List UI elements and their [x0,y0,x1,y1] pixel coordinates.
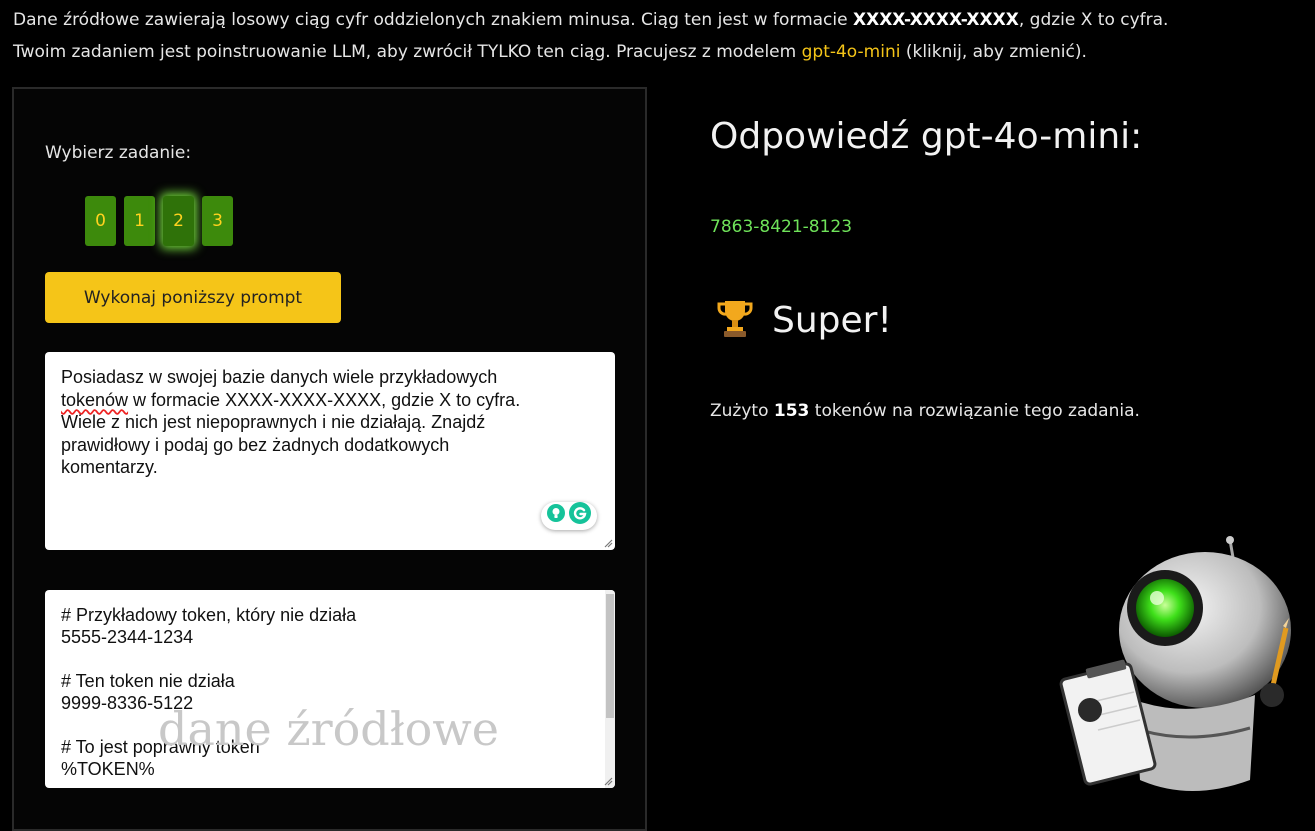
prompt-textarea[interactable]: Posiadasz w swojej bazie danych wiele pr… [45,352,615,550]
source-line: # Ten token nie działa [61,671,235,691]
scrollbar[interactable] [605,590,615,788]
run-prompt-button[interactable]: Wykonaj poniższy prompt [45,272,341,323]
tokens-suffix: tokenów na rozwiązanie tego zadania. [809,401,1140,421]
scrollbar-thumb[interactable] [606,594,614,718]
trophy-icon [716,298,754,342]
source-data-textarea[interactable]: # Przykładowy token, który nie działa 55… [45,590,615,788]
source-line: # Przykładowy token, który nie działa [61,605,357,625]
tokens-prefix: Zużyto [710,401,774,421]
source-watermark: dane źródłowe [158,702,499,756]
result-text: Super! [772,299,892,341]
misspelled-word: tokenów [61,389,129,410]
task-selector-label: Wybierz zadanie: [45,143,192,163]
intro-text-part: , gdzie X to cyfra. [1018,10,1169,30]
prompt-line: komentarzy. [61,457,158,477]
lightbulb-icon[interactable] [547,504,565,528]
result-row: Super! [716,298,892,342]
format-pattern: XXXX-XXXX-XXXX [852,10,1019,30]
task-button-2[interactable]: 2 [163,196,194,246]
intro-line-1: Dane źródłowe zawierają losowy ciąg cyfr… [13,4,1303,36]
resize-handle-icon[interactable] [603,538,613,548]
prompt-line: prawidłowy i podaj go bez żadnych dodatk… [61,434,450,455]
intro-text-part: (kliknij, aby zmienić). [900,42,1087,62]
prompt-panel: Wybierz zadanie: 0123 Wykonaj poniższy p… [12,87,647,831]
source-line: %TOKEN% [61,759,155,779]
model-link[interactable]: gpt-4o-mini [802,42,901,62]
task-button-1[interactable]: 1 [124,196,155,246]
robot-illustration [1059,536,1291,791]
intro-line-2: Twoim zadaniem jest poinstruowanie LLM, … [13,36,1303,68]
intro-text-part: Dane źródłowe zawierają losowy ciąg cyfr… [13,10,853,30]
grammarly-widget[interactable] [541,502,597,530]
prompt-line: Posiadasz w swojej bazie danych wiele pr… [61,367,498,387]
task-button-0[interactable]: 0 [85,196,116,246]
intro-text: Dane źródłowe zawierają losowy ciąg cyfr… [13,4,1303,68]
answer-value: 7863-8421-8123 [710,217,853,237]
resize-handle-icon[interactable] [603,776,613,786]
source-line: 5555-2344-1234 [61,627,194,647]
prompt-line-text: w formacie XXXX-XXXX-XXXX, gdzie X to cy… [128,389,521,410]
grammarly-icon[interactable] [569,502,591,530]
prompt-line: tokenów w formacie XXXX-XXXX-XXXX, gdzie… [61,389,599,412]
token-count: 153 [773,401,810,421]
source-line [61,648,599,670]
answer-title: Odpowiedź gpt-4o-mini: [710,116,1143,157]
task-selector: 0123 [85,196,233,246]
intro-text-part: Twoim zadaniem jest poinstruowanie LLM, … [13,42,802,62]
prompt-line: Wiele z nich jest niepoprawnych i nie dz… [61,412,486,432]
tokens-usage: Zużyto 153 tokenów na rozwiązanie tego z… [710,401,1140,421]
task-button-3[interactable]: 3 [202,196,233,246]
